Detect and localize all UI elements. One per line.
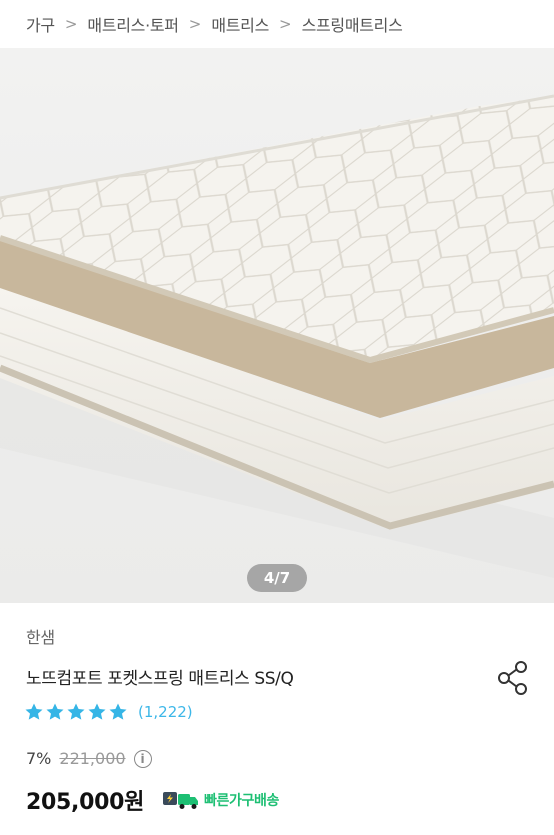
star-icon <box>25 703 43 720</box>
fast-delivery-badge: 빠른가구배송 <box>162 789 279 811</box>
star-icon <box>67 703 85 720</box>
breadcrumb-item-furniture[interactable]: 가구 <box>26 12 55 36</box>
chevron-right-icon: > <box>279 15 292 33</box>
breadcrumb-item-mattress[interactable]: 매트리스 <box>211 12 269 36</box>
fast-delivery-label: 빠른가구배송 <box>204 793 279 809</box>
mattress-product-image <box>0 94 554 578</box>
star-icon <box>46 703 64 720</box>
breadcrumb-item-mattress-topper[interactable]: 매트리스·토퍼 <box>87 12 179 36</box>
sale-price: 205,000원 <box>26 790 145 815</box>
star-icon <box>88 703 106 720</box>
product-title: 노뜨컴포트 포켓스프링 매트리스 SS/Q <box>26 669 294 689</box>
chevron-right-icon: > <box>64 15 78 33</box>
discount-row: 7% 221,000 i <box>26 749 152 768</box>
brand-name[interactable]: 한샘 <box>26 624 55 648</box>
chevron-right-icon: > <box>188 15 202 33</box>
product-image-gallery[interactable]: 4/7 <box>0 48 554 603</box>
breadcrumb-item-spring-mattress[interactable]: 스프링매트리스 <box>302 12 403 36</box>
fast-delivery-truck-icon <box>163 792 199 809</box>
star-icon <box>109 703 127 720</box>
original-price: 221,000 <box>59 749 126 768</box>
share-button[interactable] <box>494 658 532 698</box>
breadcrumb: 가구 > 매트리스·토퍼 > 매트리스 > 스프링매트리스 <box>0 0 554 48</box>
price-row: 205,000원 빠른가구배송 <box>26 784 279 816</box>
share-icon <box>498 661 527 695</box>
rating-summary[interactable]: (1,222) <box>24 702 193 722</box>
gallery-page-indicator: 4/7 <box>247 564 307 592</box>
info-icon[interactable]: i <box>133 749 152 768</box>
discount-rate: 7% <box>26 749 52 768</box>
star-rating <box>24 702 128 722</box>
review-count-link[interactable]: (1,222) <box>138 703 193 721</box>
